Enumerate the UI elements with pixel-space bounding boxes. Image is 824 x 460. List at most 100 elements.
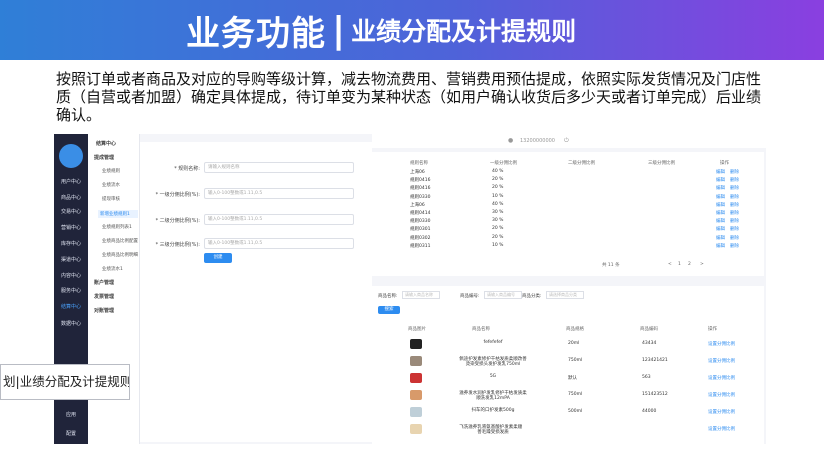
form-input[interactable]: 输入0-100整数或1.11,0.5 bbox=[204, 238, 354, 249]
table-header: 三级分佣比例 bbox=[648, 161, 675, 166]
submenu-group[interactable]: 提成管理 bbox=[94, 154, 114, 161]
banner-title: 业务功能 | 业绩分配及计提规则 bbox=[186, 6, 576, 54]
sidebar-item[interactable]: 交易中心 bbox=[54, 208, 88, 215]
set-ratio-link[interactable]: 设置分佣比例 bbox=[708, 409, 735, 415]
edit-link[interactable]: 编辑 bbox=[716, 210, 725, 216]
create-button[interactable]: 创建 bbox=[204, 253, 232, 263]
table-header: 商品名称 bbox=[472, 327, 490, 332]
search-input[interactable]: 请选择商品分类 bbox=[546, 291, 584, 299]
sidebar-item[interactable]: 用户中心 bbox=[54, 178, 88, 185]
sidebar-item[interactable]: 配置 bbox=[54, 430, 88, 437]
banner-main-title: 业务功能 bbox=[186, 13, 326, 54]
sidebar-item[interactable]: 应用 bbox=[54, 411, 88, 418]
rule-name: 规则0301 bbox=[410, 227, 431, 233]
search-button[interactable]: 搜索 bbox=[378, 306, 400, 314]
submenu-group[interactable]: 对账管理 bbox=[94, 307, 114, 314]
rule-name: 规则0330 bbox=[410, 194, 431, 200]
delete-link[interactable]: 删除 bbox=[730, 235, 739, 241]
delete-link[interactable]: 删除 bbox=[730, 185, 739, 191]
rule-ratio: 10 % bbox=[492, 193, 504, 199]
product-name: 5G bbox=[489, 374, 497, 379]
set-ratio-link[interactable]: 设置分佣比例 bbox=[708, 358, 735, 364]
form-label: * 二级分佣比例(%): bbox=[155, 218, 200, 224]
sidebar-item[interactable]: 营销中心 bbox=[54, 224, 88, 231]
submenu-item[interactable]: 业绩规则 bbox=[102, 168, 120, 174]
rule-name: 上海06 bbox=[410, 202, 425, 208]
edit-link[interactable]: 编辑 bbox=[716, 243, 725, 249]
form-label: * 一级分佣比例(%): bbox=[155, 192, 200, 198]
delete-link[interactable]: 删除 bbox=[730, 169, 739, 175]
search-label: 商品编号: bbox=[460, 294, 480, 299]
delete-link[interactable]: 删除 bbox=[730, 194, 739, 200]
submenu-item[interactable]: 新增业绩规则1 bbox=[98, 210, 138, 218]
edit-link[interactable]: 编辑 bbox=[716, 169, 725, 175]
set-ratio-link[interactable]: 设置分佣比例 bbox=[708, 375, 735, 381]
submenu-group[interactable]: 发票管理 bbox=[94, 293, 114, 300]
form-input[interactable]: 输入0-100整数或1.11,0.5 bbox=[204, 214, 354, 225]
sidebar-item[interactable]: 商品中心 bbox=[54, 194, 88, 201]
power-icon[interactable]: ⏻ bbox=[564, 137, 569, 145]
table-header: 操作 bbox=[720, 161, 729, 166]
app-screenshot: 用户中心商品中心交易中心营销中心库存中心渠道中心内容中心服务中心结算中心数据中心… bbox=[54, 134, 766, 444]
delete-link[interactable]: 删除 bbox=[730, 202, 739, 208]
product-code: 43434 bbox=[642, 341, 657, 346]
rule-name: 规则0414 bbox=[410, 211, 431, 216]
set-ratio-link[interactable]: 设置分佣比例 bbox=[708, 392, 735, 398]
edit-link[interactable]: 编辑 bbox=[716, 194, 725, 200]
product-table-panel: 商品名称: 请输入商品名称 商品编号: 请输入商品编号 商品分类: 请选择商品分类 搜索 … bbox=[372, 286, 764, 444]
delete-link[interactable]: 删除 bbox=[730, 226, 739, 232]
title-banner: 业务功能 | 业绩分配及计提规则 bbox=[0, 0, 824, 60]
sidebar-item[interactable]: 内容中心 bbox=[54, 272, 88, 279]
set-ratio-link[interactable]: 设置分佣比例 bbox=[708, 426, 735, 432]
edit-link[interactable]: 编辑 bbox=[716, 202, 725, 208]
rule-ratio: 20 % bbox=[492, 234, 504, 240]
edit-link[interactable]: 编辑 bbox=[716, 218, 725, 224]
product-code: 123421421 bbox=[642, 358, 668, 363]
table-header: 商品编码 bbox=[640, 327, 658, 332]
product-code: 44000 bbox=[642, 409, 657, 414]
product-thumbnail bbox=[410, 339, 422, 349]
search-label: 商品名称: bbox=[378, 294, 398, 299]
sidebar-item[interactable]: 服务中心 bbox=[54, 287, 88, 294]
sidebar-item[interactable]: 结算中心 bbox=[54, 303, 88, 310]
banner-separator: | bbox=[332, 9, 346, 51]
product-name: 飞洗滋养乳液氨基酸护发素柔顺改善毛躁受损发质 bbox=[459, 425, 527, 435]
sidebar-item[interactable]: 渠道中心 bbox=[54, 256, 88, 263]
rule-name: 规则0311 bbox=[410, 243, 431, 249]
form-input[interactable]: 请输入规则名称 bbox=[204, 162, 354, 173]
banner-sub-title: 业绩分配及计提规则 bbox=[351, 17, 577, 46]
submenu-item[interactable]: 业绩规则列表1 bbox=[102, 224, 132, 230]
submenu-group[interactable]: 账户管理 bbox=[94, 279, 114, 286]
rule-ratio: 20 % bbox=[492, 226, 504, 232]
pager-page1[interactable]: 1 bbox=[678, 262, 681, 267]
pager-page[interactable]: 2 bbox=[688, 262, 691, 267]
table-header: 商品图片 bbox=[408, 327, 426, 332]
search-input[interactable]: 请输入商品名称 bbox=[402, 291, 440, 299]
search-input[interactable]: 请输入商品编号 bbox=[484, 291, 522, 299]
description-text: 按照订单或者商品及对应的导购等级计算，减去物流费用、营销费用预估提成，依照实际发… bbox=[56, 70, 762, 124]
submenu-item[interactable]: 业绩商品比例明细 bbox=[102, 252, 138, 258]
pager-next[interactable]: > bbox=[700, 262, 704, 267]
submenu-item[interactable]: 业绩流水 bbox=[102, 182, 120, 188]
submenu-item[interactable]: 业绩流水1 bbox=[102, 266, 123, 272]
sidebar-item[interactable]: 库存中心 bbox=[54, 240, 88, 247]
product-code: 151423512 bbox=[642, 392, 668, 397]
delete-link[interactable]: 删除 bbox=[730, 218, 739, 224]
submenu-item[interactable]: 提现审核 bbox=[102, 196, 120, 202]
form-input[interactable]: 输入0-100整数或1.11,0.5 bbox=[204, 188, 354, 199]
pager-prev[interactable]: < bbox=[668, 262, 672, 267]
delete-link[interactable]: 删除 bbox=[730, 177, 739, 183]
delete-link[interactable]: 删除 bbox=[730, 243, 739, 249]
form-label: * 规则名称: bbox=[174, 166, 200, 172]
rules-table: 规则名称 一级分佣比例 二级分佣比例 三级分佣比例 操作 上海06 40 % 编辑 删除 规则04… bbox=[372, 152, 764, 276]
delete-link[interactable]: 删除 bbox=[730, 210, 739, 216]
sidebar-item[interactable]: 数据中心 bbox=[54, 320, 88, 327]
submenu-item[interactable]: 业绩商品比例配置 bbox=[102, 238, 138, 244]
edit-link[interactable]: 编辑 bbox=[716, 226, 725, 232]
edit-link[interactable]: 编辑 bbox=[716, 185, 725, 191]
edit-link[interactable]: 编辑 bbox=[716, 177, 725, 183]
edit-link[interactable]: 编辑 bbox=[716, 235, 725, 241]
product-spec: 750ml bbox=[568, 392, 583, 397]
set-ratio-link[interactable]: 设置分佣比例 bbox=[708, 341, 735, 347]
rule-ratio: 10 % bbox=[492, 242, 504, 248]
